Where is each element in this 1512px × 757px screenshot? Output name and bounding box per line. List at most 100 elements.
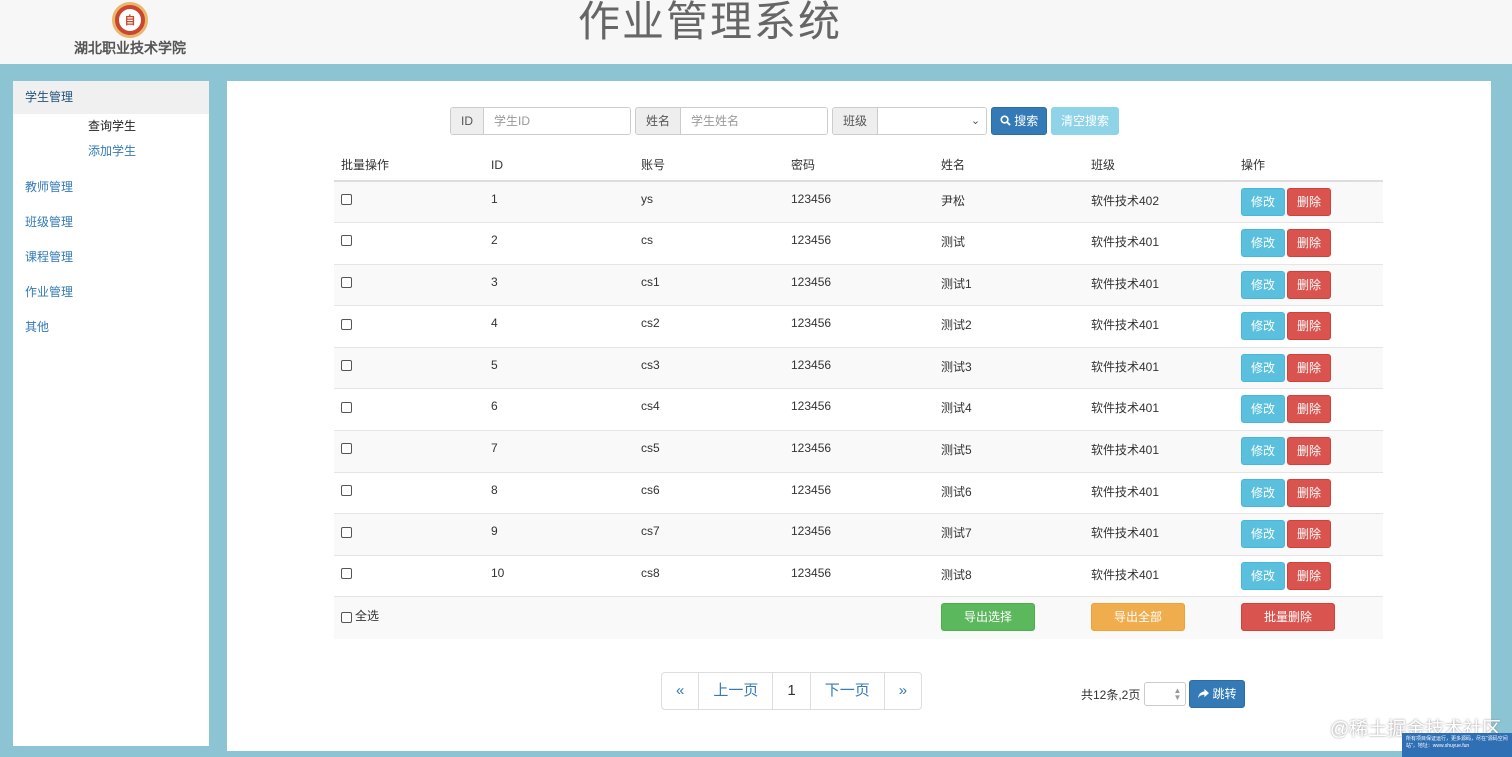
cell-password: 123456 bbox=[784, 180, 934, 223]
edit-button[interactable]: 修改 bbox=[1241, 353, 1285, 382]
cell-id: 8 bbox=[484, 471, 634, 514]
delete-button[interactable]: 删除 bbox=[1287, 188, 1331, 216]
row-checkbox[interactable] bbox=[341, 568, 352, 580]
delete-button[interactable]: 删除 bbox=[1287, 478, 1331, 507]
export-all-button[interactable]: 导出全部 bbox=[1091, 603, 1185, 632]
last-page-button[interactable]: » bbox=[883, 673, 921, 709]
clear-search-button[interactable]: 清空搜索 bbox=[1051, 107, 1120, 135]
edit-button[interactable]: 修改 bbox=[1241, 478, 1285, 507]
name-label: 姓名 bbox=[636, 108, 682, 134]
school-logo: 自 bbox=[112, 2, 148, 38]
edit-button[interactable]: 修改 bbox=[1241, 229, 1285, 258]
class-label: 班级 bbox=[833, 108, 879, 134]
cell-account: cs3 bbox=[634, 346, 784, 389]
table-row: 6 cs4 123456 测试4 软件技术401 修改 删除 bbox=[334, 388, 1383, 431]
cell-id: 2 bbox=[484, 222, 634, 265]
cell-account: cs bbox=[634, 222, 784, 265]
row-checkbox[interactable] bbox=[341, 526, 352, 538]
batch-delete-button[interactable]: 批量删除 bbox=[1241, 603, 1335, 632]
first-page-button[interactable]: « bbox=[662, 673, 698, 709]
select-all-checkbox[interactable] bbox=[341, 611, 352, 623]
sidebar-item-homework-management[interactable]: 作业管理 bbox=[13, 275, 209, 310]
edit-button[interactable]: 修改 bbox=[1241, 312, 1285, 341]
delete-button[interactable]: 删除 bbox=[1287, 561, 1331, 590]
edit-button[interactable]: 修改 bbox=[1241, 188, 1285, 216]
search-button-label: 搜索 bbox=[1014, 114, 1039, 128]
delete-button[interactable]: 删除 bbox=[1287, 353, 1331, 382]
row-checkbox-cell bbox=[334, 346, 484, 389]
row-checkbox[interactable] bbox=[341, 401, 352, 413]
col-account: 账号 bbox=[634, 149, 784, 182]
cell-class: 软件技术401 bbox=[1084, 513, 1234, 556]
cell-account: cs2 bbox=[634, 305, 784, 348]
school-name: 湖北职业技术学院 bbox=[74, 40, 186, 56]
class-select[interactable]: ⌄ bbox=[878, 108, 987, 134]
student-table: 批量操作 ID 账号 密码 姓名 班级 操作 1 ys 123456 尹松 软件技术40… bbox=[334, 149, 1383, 639]
export-selected-button[interactable]: 导出选择 bbox=[941, 603, 1035, 632]
chevron-down-icon: ⌄ bbox=[970, 115, 981, 127]
cell-password: 123456 bbox=[784, 554, 934, 597]
select-all-cell: 全选 bbox=[334, 596, 484, 639]
delete-button[interactable]: 删除 bbox=[1287, 229, 1331, 258]
edit-button[interactable]: 修改 bbox=[1241, 561, 1285, 590]
batch-delete-cell: 批量删除 bbox=[1234, 596, 1383, 639]
share-arrow-icon bbox=[1198, 687, 1212, 701]
delete-button[interactable]: 删除 bbox=[1287, 395, 1331, 424]
sidebar-item-course-management[interactable]: 课程管理 bbox=[13, 240, 209, 275]
id-label: ID bbox=[451, 108, 484, 134]
row-checkbox[interactable] bbox=[341, 484, 352, 496]
cell-actions: 修改 删除 bbox=[1234, 471, 1383, 514]
cell-id: 3 bbox=[484, 263, 634, 306]
page-number-input[interactable]: ▲ ▼ bbox=[1144, 682, 1187, 706]
cell-id: 10 bbox=[484, 554, 634, 597]
cell-name: 测试8 bbox=[934, 554, 1084, 597]
search-button[interactable]: 搜索 bbox=[991, 107, 1048, 135]
footer-empty bbox=[784, 596, 934, 639]
row-checkbox-cell bbox=[334, 180, 484, 223]
prev-page-button[interactable]: 上一页 bbox=[698, 673, 772, 709]
stepper-icon[interactable]: ▲ ▼ bbox=[1173, 687, 1181, 702]
row-checkbox[interactable] bbox=[341, 235, 352, 247]
row-checkbox-cell bbox=[334, 513, 484, 556]
delete-button[interactable]: 删除 bbox=[1287, 520, 1331, 549]
row-checkbox-cell bbox=[334, 554, 484, 597]
sidebar-item-student-management[interactable]: 学生管理 bbox=[13, 81, 209, 114]
row-checkbox-cell bbox=[334, 471, 484, 514]
sidebar-item-query-student[interactable]: 查询学生 bbox=[13, 114, 209, 139]
cell-name: 测试6 bbox=[934, 471, 1084, 514]
cell-account: cs4 bbox=[634, 388, 784, 431]
student-name-input[interactable] bbox=[681, 108, 828, 134]
sidebar-item-other[interactable]: 其他 bbox=[13, 310, 209, 345]
cell-name: 测试5 bbox=[934, 430, 1084, 473]
cell-actions: 修改 删除 bbox=[1234, 305, 1383, 348]
delete-button[interactable]: 删除 bbox=[1287, 270, 1331, 299]
current-page[interactable]: 1 bbox=[772, 673, 809, 709]
col-name: 姓名 bbox=[934, 149, 1084, 182]
cell-actions: 修改 删除 bbox=[1234, 346, 1383, 389]
row-checkbox[interactable] bbox=[341, 443, 352, 455]
edit-button[interactable]: 修改 bbox=[1241, 520, 1285, 549]
row-checkbox[interactable] bbox=[341, 277, 352, 289]
cell-class: 软件技术401 bbox=[1084, 388, 1234, 431]
sidebar-item-class-management[interactable]: 班级管理 bbox=[13, 205, 209, 240]
delete-button[interactable]: 删除 bbox=[1287, 437, 1331, 466]
cell-account: cs8 bbox=[634, 554, 784, 597]
edit-button[interactable]: 修改 bbox=[1241, 437, 1285, 466]
row-checkbox[interactable] bbox=[341, 318, 352, 330]
cell-class: 软件技术401 bbox=[1084, 346, 1234, 389]
table-row: 5 cs3 123456 测试3 软件技术401 修改 删除 bbox=[334, 346, 1383, 389]
row-checkbox[interactable] bbox=[341, 360, 352, 372]
edit-button[interactable]: 修改 bbox=[1241, 270, 1285, 299]
cell-password: 123456 bbox=[784, 513, 934, 556]
col-class: 班级 bbox=[1084, 149, 1234, 182]
sidebar-item-teacher-management[interactable]: 教师管理 bbox=[13, 170, 209, 205]
delete-button[interactable]: 删除 bbox=[1287, 312, 1331, 341]
cell-password: 123456 bbox=[784, 430, 934, 473]
row-checkbox-cell bbox=[334, 388, 484, 431]
sidebar-item-add-student[interactable]: 添加学生 bbox=[13, 139, 209, 164]
next-page-button[interactable]: 下一页 bbox=[809, 673, 884, 709]
row-checkbox[interactable] bbox=[341, 194, 352, 206]
student-id-input[interactable] bbox=[484, 108, 630, 134]
jump-button[interactable]: 跳转 bbox=[1189, 680, 1246, 708]
edit-button[interactable]: 修改 bbox=[1241, 395, 1285, 424]
